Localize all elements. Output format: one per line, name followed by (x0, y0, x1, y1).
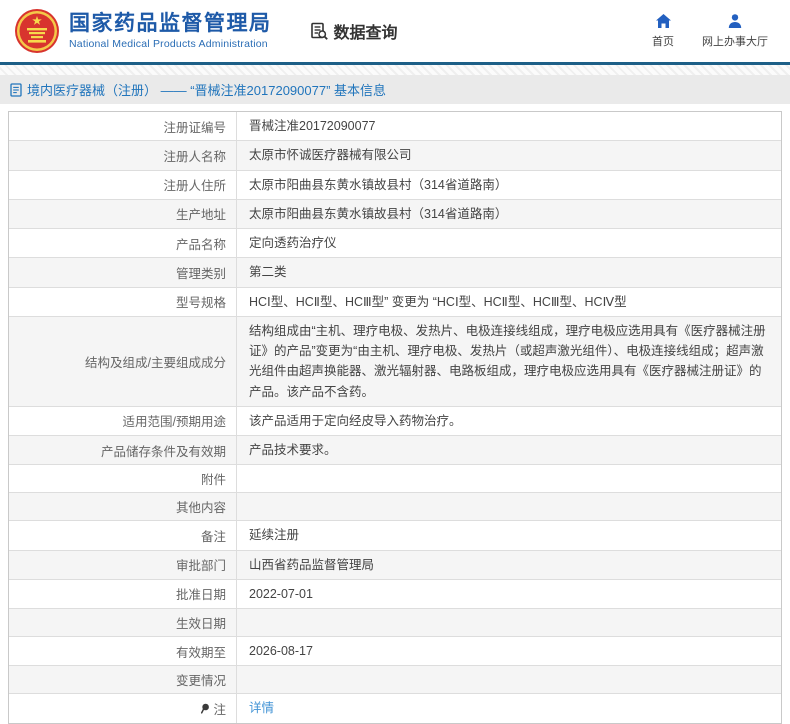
field-value (237, 666, 781, 693)
field-value: 结构组成由“主机、理疗电极、发热片、电极连接线组成，理疗电极应选用具有《医疗器械… (249, 323, 766, 399)
table-row: 注册人住所 太原市阳曲县东黄水镇故县村（314省道路南） (9, 170, 781, 200)
header-nav: 首页 网上办事大厅 (652, 13, 776, 49)
table-row: 注详情 (9, 694, 781, 723)
field-value: 定向透药治疗仪 (249, 236, 337, 250)
field-value: 第二类 (249, 265, 287, 280)
nav-item-service-hall-label: 网上办事大厅 (702, 36, 768, 48)
document-icon (10, 82, 22, 97)
field-value: 该产品适用于定向经皮导入药物治疗。 (249, 413, 462, 428)
person-icon (728, 14, 742, 28)
details-link[interactable]: 详情 (249, 698, 274, 718)
table-row: 管理类别 第二类 (9, 258, 781, 288)
page-header: 国家药品监督管理局 National Medical Products Admi… (0, 0, 790, 62)
field-value: 详情 (237, 694, 781, 722)
data-query-label: 数据查询 (333, 25, 398, 42)
field-label: 备注 (9, 521, 237, 550)
table-row: 生效日期 (9, 609, 781, 637)
table-row: 审批部门 山西省药品监督管理局 (9, 550, 781, 580)
field-label: 注册人住所 (9, 170, 237, 199)
field-label: 审批部门 (9, 550, 237, 579)
field-value: 2022-07-01 (249, 586, 313, 601)
field-value: 山西省药品监督管理局 (249, 557, 375, 572)
field-label: 注册人名称 (9, 141, 237, 170)
field-label: 型号规格 (9, 287, 237, 316)
table-row: 注册人名称 太原市怀诚医疗器械有限公司 (9, 141, 781, 171)
org-name-zh: 国家药品监督管理局 (69, 12, 272, 36)
breadcrumb: 境内医疗器械（注册） —— “晋械注准20172090077” 基本信息 (0, 75, 790, 104)
field-value: 太原市阳曲县东黄水镇故县村（314省道路南） (249, 206, 508, 221)
field-value: 延续注册 (249, 528, 300, 543)
table-row: 有效期至 2026-08-17 (9, 637, 781, 667)
field-value: 晋械注准20172090077 (249, 119, 376, 133)
national-emblem-icon (15, 9, 59, 53)
field-value: 太原市怀诚医疗器械有限公司 (249, 148, 412, 163)
field-label: 管理类别 (9, 258, 237, 287)
field-label: 产品储存条件及有效期 (9, 436, 237, 465)
table-row: 变更情况 (9, 666, 781, 695)
nav-item-home[interactable]: 首页 (652, 13, 674, 49)
data-query-icon (310, 22, 328, 40)
field-value: 太原市阳曲县东黄水镇故县村（314省道路南） (249, 177, 508, 192)
table-row: 批准日期 2022-07-01 (9, 579, 781, 609)
field-value (237, 465, 781, 492)
table-row: 生产地址 太原市阳曲县东黄水镇故县村（314省道路南） (9, 199, 781, 229)
field-label: 其他内容 (9, 493, 237, 521)
field-value: 产品技术要求。 (249, 443, 337, 457)
table-row: 结构及组成/主要组成成分 结构组成由“主机、理疗电极、发热片、电极连接线组成，理疗… (9, 316, 781, 407)
table-row: 产品储存条件及有效期 产品技术要求。 (9, 436, 781, 466)
table-row: 适用范围/预期用途 该产品适用于定向经皮导入药物治疗。 (9, 406, 781, 436)
field-label: 结构及组成/主要组成成分 (9, 316, 237, 406)
info-table: 注册证编号 晋械注准20172090077 注册人名称 太原市怀诚医疗器械有限公司 注册… (8, 111, 782, 724)
table-row: 型号规格 HCⅠ型、HCⅡ型、HCⅢ型” 变更为 “HCⅠ型、HCⅡ型、HCⅢ型、… (9, 287, 781, 317)
table-row: 注册证编号 晋械注准20172090077 (9, 112, 781, 142)
field-label: 附件 (9, 465, 237, 493)
field-value: 2026-08-17 (249, 644, 313, 658)
table-row: 其他内容 (9, 493, 781, 522)
stripe-strip (0, 65, 790, 75)
field-label: 注 (9, 694, 237, 723)
org-name-en: National Medical Products Administration (69, 37, 268, 50)
table-row: 产品名称 定向透药治疗仪 (9, 229, 781, 259)
nav-item-service-hall[interactable]: 网上办事大厅 (702, 13, 768, 49)
field-label: 批准日期 (9, 579, 237, 608)
field-value: HCⅠ型、HCⅡ型、HCⅢ型” 变更为 “HCⅠ型、HCⅡ型、HCⅢ型、HCⅣ型 (249, 294, 627, 309)
home-icon (655, 14, 671, 28)
table-row: 备注 延续注册 (9, 521, 781, 551)
nmpa-logo: 国家药品监督管理局 National Medical Products Admi… (14, 8, 272, 54)
breadcrumb-text: 境内医疗器械（注册） —— “晋械注准20172090077” 基本信息 (27, 83, 387, 98)
field-label: 生产地址 (9, 199, 237, 228)
field-label: 变更情况 (9, 666, 237, 694)
note-icon (201, 703, 210, 714)
data-query-button[interactable]: 数据查询 (310, 19, 398, 43)
field-label: 注册证编号 (9, 112, 237, 141)
org-title-block: 国家药品监督管理局 National Medical Products Admi… (69, 12, 272, 49)
field-value (237, 609, 781, 636)
field-label: 适用范围/预期用途 (9, 406, 237, 435)
table-row: 附件 (9, 465, 781, 494)
field-label: 生效日期 (9, 609, 237, 636)
field-label: 产品名称 (9, 229, 237, 258)
nav-item-home-label: 首页 (652, 36, 674, 48)
field-label: 有效期至 (9, 637, 237, 666)
field-value (237, 493, 781, 520)
